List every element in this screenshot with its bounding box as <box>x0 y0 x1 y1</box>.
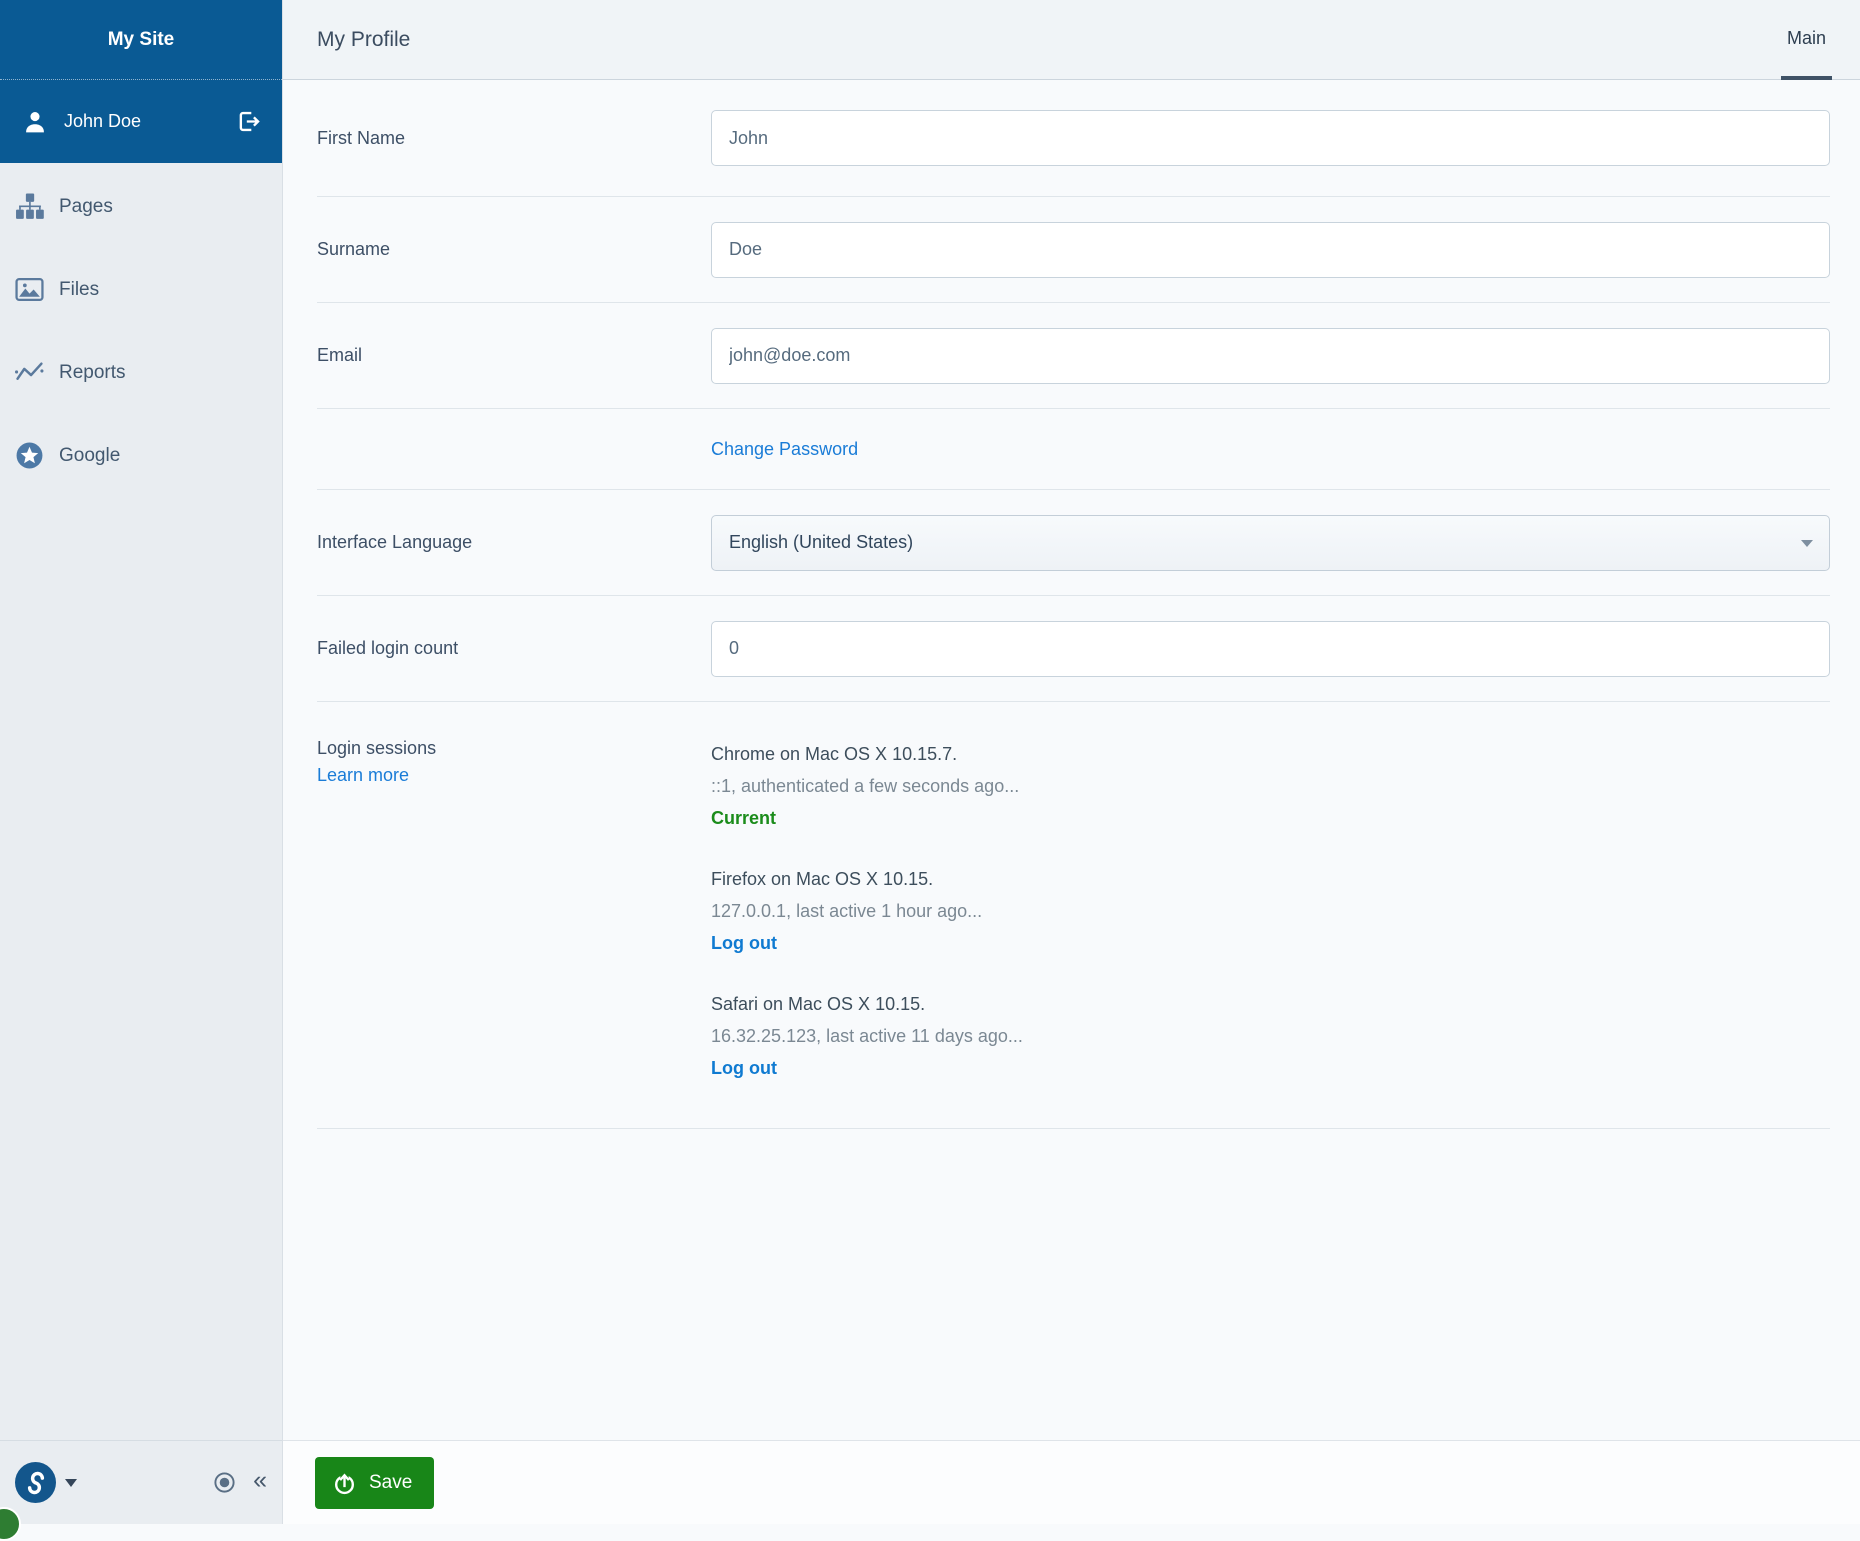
session-detail: 127.0.0.1, last active 1 hour ago... <box>711 895 1830 927</box>
save-button-label: Save <box>369 1472 412 1494</box>
person-icon <box>22 109 48 135</box>
first-name-input[interactable] <box>711 110 1830 166</box>
target-icon[interactable] <box>213 1471 236 1494</box>
line-chart-icon <box>15 358 44 387</box>
site-header: My Site <box>0 0 282 80</box>
session-title: Firefox on Mac OS X 10.15. <box>711 863 1830 895</box>
star-circle-icon <box>15 441 44 470</box>
publish-icon <box>331 1469 358 1496</box>
email-input[interactable] <box>711 328 1830 384</box>
failed-login-count-input[interactable] <box>711 621 1830 677</box>
sidebar-item-files[interactable]: Files <box>0 248 282 331</box>
sidebar-nav: Pages Files Reports <box>0 163 282 497</box>
sidebar-item-label: Pages <box>59 196 113 218</box>
sidebar-item-pages[interactable]: Pages <box>0 165 282 248</box>
tab-main-label: Main <box>1787 28 1826 49</box>
change-password-row: Change Password <box>317 409 1830 490</box>
image-icon <box>15 275 44 304</box>
interface-language-value: English (United States) <box>729 532 913 553</box>
session-detail: ::1, authenticated a few seconds ago... <box>711 770 1830 802</box>
logo-caret-icon[interactable] <box>65 1479 77 1487</box>
save-button[interactable]: Save <box>315 1457 434 1509</box>
sidebar-item-label: Reports <box>59 362 126 384</box>
failed-login-count-row: Failed login count <box>317 596 1830 702</box>
session-title: Safari on Mac OS X 10.15. <box>711 988 1830 1020</box>
sidebar-item-label: Google <box>59 445 120 467</box>
login-sessions-label: Login sessions <box>317 738 711 759</box>
session-current-badge: Current <box>711 802 1830 834</box>
email-label: Email <box>317 345 711 366</box>
sidebar-item-label: Files <box>59 279 99 301</box>
page-title: My Profile <box>317 28 410 52</box>
session-item: Chrome on Mac OS X 10.15.7. ::1, authent… <box>711 738 1830 834</box>
first-name-row: First Name <box>317 80 1830 197</box>
sidebar-item-reports[interactable]: Reports <box>0 331 282 414</box>
session-item: Safari on Mac OS X 10.15. 16.32.25.123, … <box>711 988 1830 1084</box>
session-detail: 16.32.25.123, last active 11 days ago... <box>711 1020 1830 1052</box>
interface-language-label: Interface Language <box>317 532 711 553</box>
user-name: John Doe <box>64 111 235 132</box>
sidebar-item-google[interactable]: Google <box>0 414 282 497</box>
sitemap-icon <box>15 192 44 221</box>
login-sessions-row: Login sessions Learn more Chrome on Mac … <box>317 702 1830 1129</box>
logout-icon[interactable] <box>235 108 262 135</box>
session-item: Firefox on Mac OS X 10.15. 127.0.0.1, la… <box>711 863 1830 959</box>
site-title: My Site <box>108 29 175 51</box>
action-bar: Save <box>283 1440 1860 1524</box>
app-logo[interactable] <box>15 1462 56 1503</box>
surname-input[interactable] <box>711 222 1830 278</box>
tab-main[interactable]: Main <box>1781 0 1832 80</box>
sidebar-footer: « <box>0 1440 282 1524</box>
interface-language-row: Interface Language English (United State… <box>317 490 1830 596</box>
collapse-sidebar-icon[interactable]: « <box>253 1468 267 1497</box>
session-logout-link[interactable]: Log out <box>711 1052 1830 1084</box>
page-header: My Profile Main <box>283 0 1860 80</box>
email-row: Email <box>317 303 1830 409</box>
sidebar: My Site John Doe <box>0 0 282 1524</box>
surname-label: Surname <box>317 239 711 260</box>
session-title: Chrome on Mac OS X 10.15.7. <box>711 738 1830 770</box>
profile-form: First Name Surname Email Change Password <box>283 80 1860 1440</box>
learn-more-link[interactable]: Learn more <box>317 765 409 786</box>
chevron-down-icon <box>1801 540 1813 547</box>
change-password-link[interactable]: Change Password <box>711 439 858 459</box>
user-row[interactable]: John Doe <box>0 80 282 163</box>
interface-language-select[interactable]: English (United States) <box>711 515 1830 571</box>
failed-login-count-label: Failed login count <box>317 638 711 659</box>
main-area: My Profile Main First Name Surname Email <box>282 0 1860 1524</box>
first-name-label: First Name <box>317 128 711 149</box>
session-logout-link[interactable]: Log out <box>711 927 1830 959</box>
surname-row: Surname <box>317 197 1830 303</box>
